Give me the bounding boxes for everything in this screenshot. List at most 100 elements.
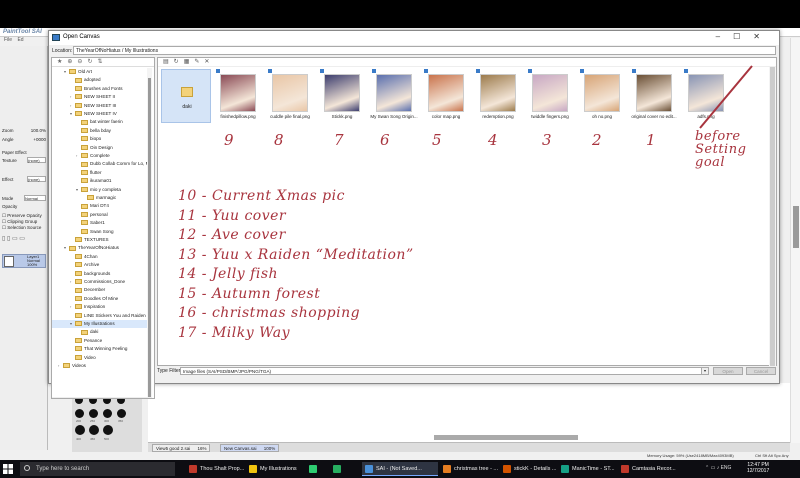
file-thumbnail[interactable]: redemption.png — [474, 69, 522, 121]
tree-folder-item[interactable]: Doodles Of Mine — [52, 295, 147, 303]
tree-folder-item[interactable]: Archive — [52, 261, 147, 269]
rename-icon[interactable]: ✎ — [194, 59, 199, 65]
close-icon[interactable]: ✕ — [753, 32, 773, 41]
menu-edit[interactable]: Ed — [17, 37, 23, 43]
tree-folder-item[interactable]: Swan Song — [52, 228, 147, 236]
canvas-vertical-scroll-thumb[interactable] — [793, 206, 799, 248]
remove-icon[interactable]: ⊖ — [77, 59, 82, 65]
tree-folder-item[interactable]: TEXTURES — [52, 236, 147, 244]
file-scroll-thumb[interactable] — [770, 67, 775, 366]
canvas-horizontal-scrollbar[interactable] — [434, 435, 578, 440]
taskbar-app-button[interactable]: ManicTime - ST... — [558, 462, 616, 476]
tree-folder-item[interactable]: daki — [52, 328, 147, 336]
layer-row[interactable]: Layer1 Normal 100% — [2, 254, 46, 268]
tree-folder-item[interactable]: That Winning Feeling — [52, 345, 147, 353]
refresh-icon[interactable]: ↻ — [174, 59, 179, 65]
tree-folder-item[interactable]: flutter — [52, 169, 147, 177]
tree-folder-item[interactable]: Saber1 — [52, 219, 147, 227]
view-icon[interactable]: ▦ — [184, 59, 190, 65]
taskbar-app-button[interactable]: SAI - (Not Saved... — [362, 462, 438, 476]
tree-folder-item[interactable]: backgrounds — [52, 270, 147, 278]
tree-folder-item[interactable]: bella bday — [52, 127, 147, 135]
tree-folder-item[interactable]: Video — [52, 354, 147, 362]
brush-dot[interactable] — [75, 425, 85, 435]
refresh-icon[interactable]: ↻ — [87, 59, 92, 65]
canvas-vertical-scrollbar[interactable] — [790, 38, 800, 443]
file-thumbnail[interactable]: cuddle pile final.png — [266, 69, 314, 121]
taskbar-app-button[interactable]: Thou Shalt Prop... — [186, 462, 244, 476]
windows-start-icon[interactable] — [3, 464, 13, 474]
texture-select[interactable]: (none) — [27, 157, 46, 163]
chevron-down-icon[interactable]: ▾ — [701, 367, 709, 375]
file-thumbnail[interactable]: twiddle fingers.png — [526, 69, 574, 121]
tree-folder-item[interactable]: 4Chan — [52, 253, 147, 261]
menu-file[interactable]: File — [4, 37, 12, 43]
file-thumbnail[interactable]: oh no.png — [578, 69, 626, 121]
selection-source-checkbox[interactable]: ☐ Selection Source — [2, 225, 41, 231]
add-icon[interactable]: ⊕ — [67, 59, 72, 65]
type-filter-select[interactable]: Image files (SAI/PSD/BMP/JPG/PNG/TGA) — [180, 367, 708, 375]
zoom-row[interactable]: Zoom 100.0% — [2, 128, 46, 133]
layer-tool-icons[interactable]: ▯ ▯ ▭ ▭ — [2, 235, 25, 242]
taskbar-app-button[interactable]: Camtasia Recor... — [618, 462, 680, 476]
file-thumbnail[interactable]: Stickk.png — [318, 69, 366, 121]
tree-folder-item[interactable]: Dubb Collab Comm for Lo, Ma — [52, 160, 152, 168]
taskbar-app-button[interactable] — [306, 462, 328, 476]
tree-scroll-thumb[interactable] — [148, 78, 151, 398]
tree-folder-item[interactable]: LINE Stickers Yuu and Raiden — [52, 312, 147, 320]
taskbar-app-button[interactable]: christmas tree - ... — [440, 462, 498, 476]
tree-folder-item[interactable]: ikurama01 — [52, 177, 147, 185]
file-thumbnail[interactable]: My Swan Song Origin... — [370, 69, 418, 121]
tree-folder-item[interactable]: › Inspiration — [52, 303, 147, 311]
tree-folder-item[interactable]: bat winter faerin — [52, 118, 147, 126]
effect-select[interactable]: (none) — [27, 176, 46, 182]
location-field[interactable]: TheYearOfNoHiatus / My Illustrations — [73, 46, 776, 55]
delete-icon[interactable]: ✕ — [204, 59, 209, 65]
tree-folder-item[interactable]: › Commissions_Done — [52, 278, 147, 286]
mode-select[interactable]: Normal — [24, 195, 46, 201]
tree-folder-item[interactable]: ▾ mio y completa — [52, 186, 147, 194]
taskbar-clock[interactable]: 12:47 PM 12/7/2017 — [747, 462, 769, 474]
brush-dot[interactable] — [89, 425, 99, 435]
brush-dot[interactable] — [103, 409, 112, 418]
tree-folder-item[interactable]: Oin Design — [52, 144, 147, 152]
brush-dot[interactable] — [103, 425, 113, 435]
taskbar-app-button[interactable]: stickK - Details ... — [500, 462, 556, 476]
minimize-icon[interactable]: – — [716, 32, 733, 41]
tree-folder-item[interactable]: marmagic — [52, 194, 147, 202]
brush-dot[interactable] — [117, 409, 126, 418]
canvas-area[interactable] — [148, 383, 790, 443]
tree-folder-item[interactable]: Brushes and Fonts — [52, 85, 147, 93]
tree-folder-item[interactable]: › Videos — [52, 362, 147, 370]
file-thumbnail[interactable]: finishedpillow.png — [214, 69, 262, 121]
tree-horizontal-scrollbar[interactable] — [52, 397, 152, 398]
tree-folder-item[interactable]: Penance — [52, 337, 147, 345]
tree-folder-item[interactable]: › NEW SHEET II — [52, 93, 147, 101]
new-folder-icon[interactable]: ▤ — [163, 59, 169, 65]
tree-folder-item[interactable]: Mari DT4 — [52, 202, 147, 210]
taskbar-app-button[interactable]: My Illustrations — [246, 462, 304, 476]
tree-folder-item[interactable]: December — [52, 286, 147, 294]
tree-folder-item[interactable]: › Complete — [52, 152, 147, 160]
tree-folder-item[interactable]: personal — [52, 211, 147, 219]
brush-dot[interactable] — [89, 409, 98, 418]
dialog-titlebar[interactable]: Open Canvas –☐✕ — [49, 31, 779, 45]
tree-folder-item[interactable]: ▾ My Illustrations — [52, 320, 147, 329]
tree-vertical-scrollbar[interactable] — [147, 68, 152, 398]
tree-folder-item[interactable]: ▾ Old Art — [52, 68, 147, 76]
taskbar-search-box[interactable]: Type here to search — [20, 462, 175, 476]
doc-tab[interactable]: View5 good 2.sai 16% — [152, 444, 211, 452]
open-button[interactable]: Open — [713, 367, 743, 375]
file-thumbnail[interactable]: color map.png — [422, 69, 470, 121]
cancel-button[interactable]: Cancel — [746, 367, 776, 375]
taskbar-app-button[interactable] — [330, 462, 358, 476]
language-indicator[interactable]: ENG — [721, 465, 732, 471]
maximize-icon[interactable]: ☐ — [733, 32, 753, 41]
doc-tab-active[interactable]: New Canvas.sai 100% — [220, 444, 280, 452]
tree-folder-item[interactable]: biopo — [52, 135, 147, 143]
tree-folder-item[interactable]: ▾ NEW SHEET IV — [52, 110, 147, 118]
folder-tile-daki[interactable]: daki — [161, 69, 211, 123]
sort-icon[interactable]: ⇅ — [97, 59, 102, 65]
tree-folder-item[interactable]: › NEW SHEET III — [52, 102, 147, 110]
tree-folder-item[interactable]: ▾ TheYearOfNoHiatus — [52, 244, 147, 252]
